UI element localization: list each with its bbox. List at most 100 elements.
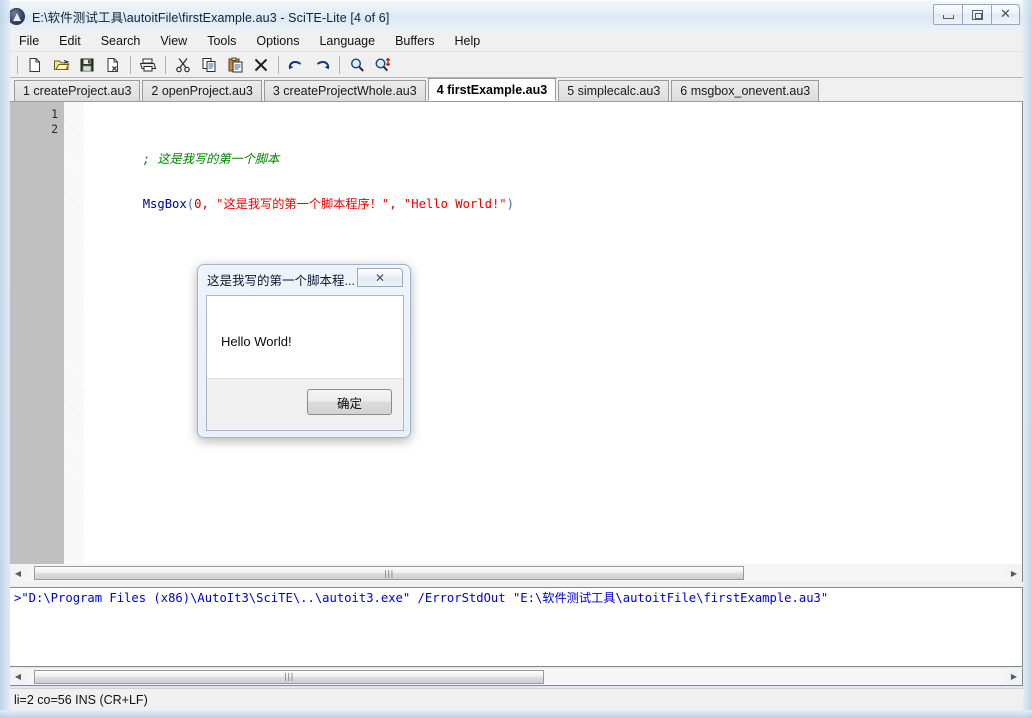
redo-button[interactable] — [310, 54, 334, 76]
maximize-icon — [971, 9, 983, 20]
toolbar — [9, 52, 1023, 78]
delete-icon — [254, 58, 268, 71]
code-token-string-message: "Hello World!" — [403, 197, 507, 211]
copy-button[interactable] — [197, 54, 221, 76]
print-button[interactable] — [136, 54, 160, 76]
menubar: File Edit Search View Tools Options Lang… — [9, 30, 1023, 52]
replace-icon — [375, 57, 391, 71]
msgbox-button-row: 确定 — [207, 378, 403, 430]
maximize-button[interactable] — [962, 4, 991, 25]
close-icon: ✕ — [1000, 7, 1011, 22]
close-file-icon — [107, 57, 118, 72]
code-token-paren-close: ) — [506, 197, 514, 211]
close-icon: ✕ — [374, 270, 386, 285]
statusbar: li=2 co=56 INS (CR+LF) — [9, 688, 1023, 710]
scroll-grip-icon: ||| — [284, 672, 294, 681]
minimize-icon — [942, 15, 954, 19]
open-file-icon — [53, 59, 69, 70]
new-file-button[interactable] — [23, 54, 47, 76]
code-token-comma: , — [389, 197, 404, 211]
redo-icon — [316, 60, 330, 69]
open-file-button[interactable] — [49, 54, 73, 76]
window-title: E:\软件测试工具\autoitFile\firstExample.au3 - … — [32, 10, 390, 25]
save-file-icon — [80, 58, 94, 71]
menu-item-language[interactable]: Language — [310, 31, 384, 51]
find-icon — [350, 57, 364, 72]
menu-item-help[interactable]: Help — [445, 31, 489, 51]
undo-button[interactable] — [284, 54, 308, 76]
save-file-button[interactable] — [75, 54, 99, 76]
code-editor[interactable]: 1 2 ; 这是我写的第一个脚本 MsgBox(0, "这是我写的第一个脚本程序… — [9, 102, 1023, 564]
msgbox-title: 这是我写的第一个脚本程... — [207, 273, 355, 288]
titlebar-content: E:\软件测试工具\autoitFile\firstExample.au3 - … — [0, 1, 1032, 31]
code-token-comma: , — [201, 197, 217, 211]
menu-item-edit[interactable]: Edit — [50, 31, 90, 51]
scroll-left-icon[interactable]: ◀ — [10, 669, 26, 685]
toolbar-separator — [130, 55, 131, 74]
window-titlebar[interactable]: E:\软件测试工具\autoitFile\firstExample.au3 - … — [0, 0, 1032, 30]
window-controls: ✕ — [933, 4, 1020, 25]
output-scroll-track[interactable]: ||| — [26, 668, 1006, 685]
fold-margin[interactable] — [64, 102, 84, 564]
toolbar-separator — [278, 55, 279, 74]
code-token-string-title: "这是我写的第一个脚本程序！" — [216, 197, 390, 211]
undo-icon — [288, 60, 302, 69]
menu-item-options[interactable]: Options — [247, 31, 308, 51]
paste-button[interactable] — [223, 54, 247, 76]
editor-scroll-track[interactable]: ||| — [26, 565, 1006, 581]
tab-msgbox-onevent[interactable]: 6 msgbox_onevent.au3 — [671, 80, 820, 101]
find-button[interactable] — [345, 54, 369, 76]
toolbar-separator — [339, 55, 340, 74]
minimize-button[interactable] — [933, 4, 962, 25]
menu-item-file[interactable]: File — [10, 31, 48, 51]
scroll-grip-icon: ||| — [384, 568, 394, 578]
line-number: 2 — [51, 122, 58, 136]
autoit-icon — [8, 7, 25, 25]
menu-item-view[interactable]: View — [151, 31, 196, 51]
output-pane[interactable]: >"D:\Program Files (x86)\AutoIt3\SciTE\.… — [9, 587, 1023, 667]
scroll-right-icon[interactable]: ▶ — [1006, 565, 1022, 581]
menu-item-tools[interactable]: Tools — [198, 31, 245, 51]
editor-scroll-thumb[interactable]: ||| — [34, 566, 744, 580]
delete-button[interactable] — [249, 54, 273, 76]
output-console-text: >"D:\Program Files (x86)\AutoIt3\SciTE\.… — [14, 591, 829, 605]
statusbar-text: li=2 co=56 INS (CR+LF) — [14, 692, 148, 707]
cut-button[interactable] — [171, 54, 195, 76]
copy-icon — [202, 57, 215, 72]
close-button[interactable]: ✕ — [991, 4, 1020, 25]
msgbox-ok-button[interactable]: 确定 — [307, 389, 392, 415]
tab-createproject[interactable]: 1 createProject.au3 — [14, 80, 141, 101]
tab-firstexample[interactable]: 4 firstExample.au3 — [427, 78, 557, 101]
msgbox-body: Hello World! 确定 — [206, 295, 404, 431]
tab-simplecalc[interactable]: 5 simplecalc.au3 — [558, 80, 670, 101]
line-number: 1 — [51, 107, 58, 121]
close-file-button[interactable] — [101, 54, 125, 76]
replace-button[interactable] — [371, 54, 395, 76]
line-number-margin: 1 2 — [10, 102, 64, 564]
tab-openproject[interactable]: 2 openProject.au3 — [142, 80, 262, 101]
tab-createprojectwhole[interactable]: 3 createProjectWhole.au3 — [263, 80, 426, 101]
output-scroll-thumb[interactable]: ||| — [34, 669, 544, 684]
scroll-left-icon[interactable]: ◀ — [10, 565, 26, 581]
buffer-tabbar: 1 createProject.au3 2 openProject.au3 3 … — [9, 78, 1023, 102]
msgbox-close-button[interactable]: ✕ — [357, 268, 403, 287]
code-line-1: ; 这是我写的第一个脚本 — [84, 137, 1022, 166]
code-line-2: MsgBox(0, "这是我写的第一个脚本程序！", "Hello World!… — [84, 182, 1022, 211]
code-token-paren-open: ( — [186, 197, 195, 211]
paste-icon — [228, 57, 242, 72]
code-token-function: MsgBox — [142, 197, 187, 211]
window-frame-right — [1023, 0, 1032, 718]
msgbox-titlebar[interactable]: 这是我写的第一个脚本程... ✕ — [198, 265, 410, 293]
menu-item-buffers[interactable]: Buffers — [386, 31, 443, 51]
cut-icon — [176, 57, 190, 72]
output-horizontal-scrollbar[interactable]: ◀ ||| ▶ — [9, 668, 1023, 686]
msgbox-message-text: Hello World! — [221, 334, 292, 349]
editor-horizontal-scrollbar[interactable]: ◀ ||| ▶ — [9, 564, 1023, 582]
new-file-icon — [29, 57, 40, 72]
toolbar-separator — [17, 55, 18, 74]
menu-item-search[interactable]: Search — [92, 31, 150, 51]
scroll-right-icon[interactable]: ▶ — [1006, 669, 1022, 685]
print-icon — [139, 58, 157, 71]
scite-lite-window: E:\软件测试工具\autoitFile\firstExample.au3 - … — [0, 0, 1032, 718]
msgbox-dialog[interactable]: 这是我写的第一个脚本程... ✕ Hello World! 确定 — [197, 264, 411, 438]
